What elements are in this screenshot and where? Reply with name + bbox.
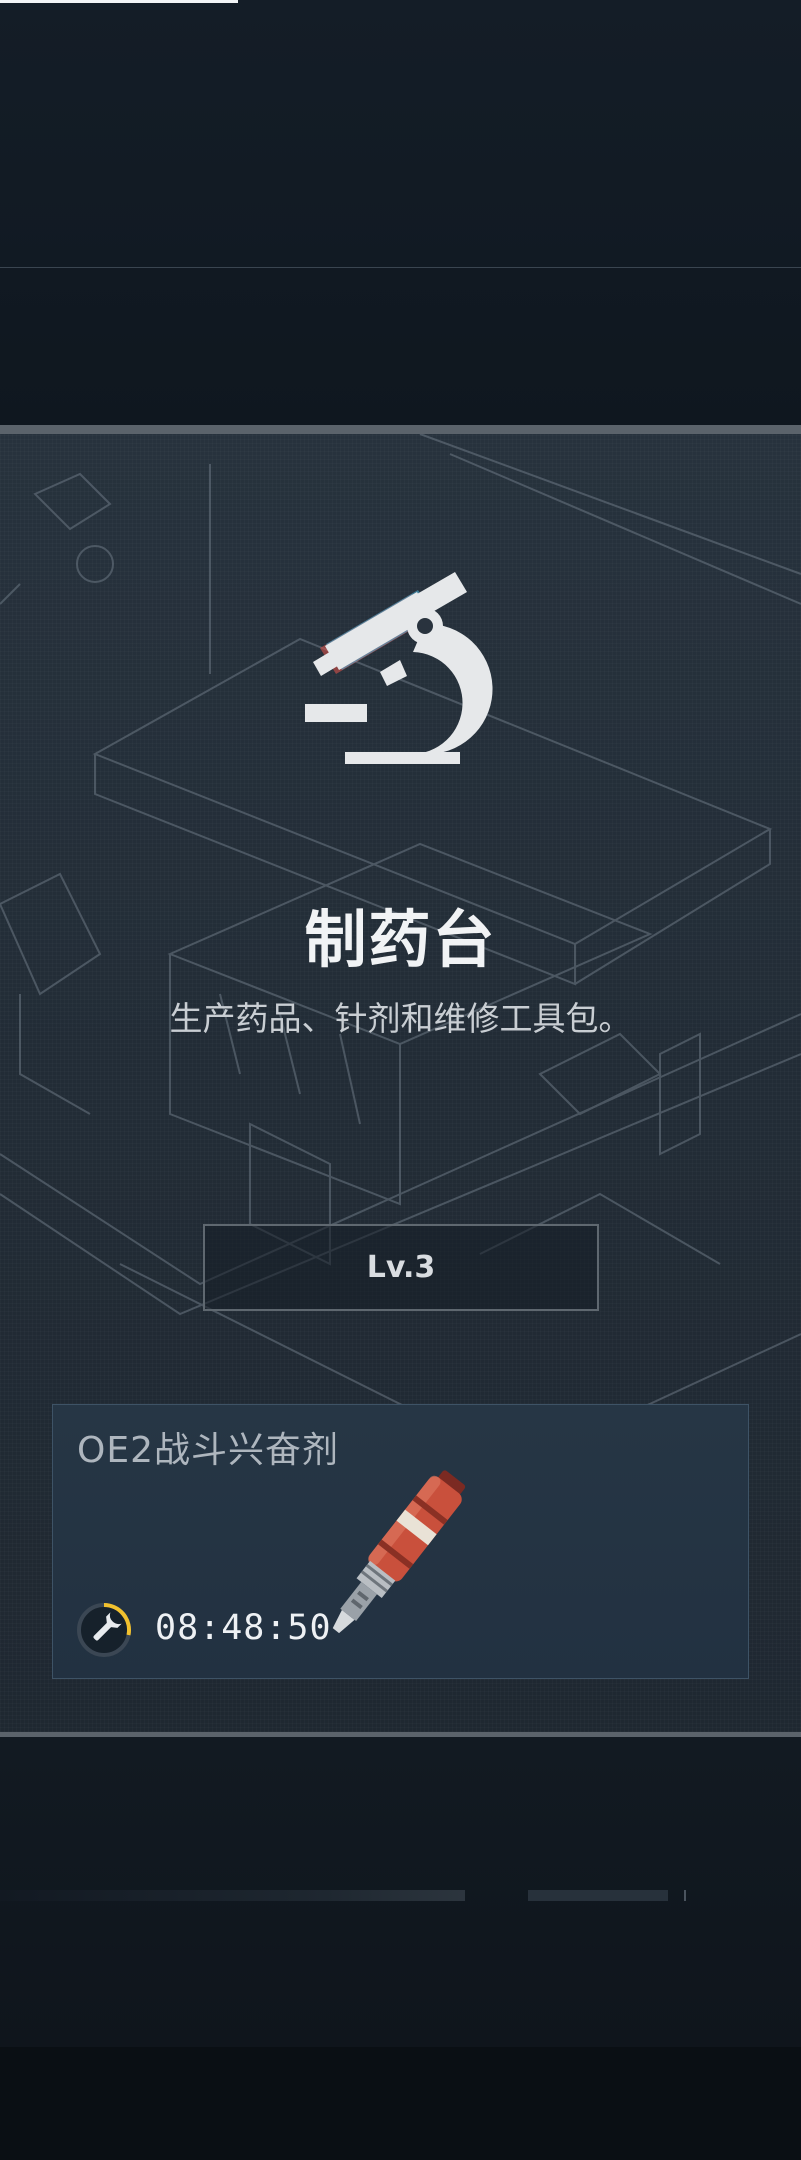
crafting-slot-card[interactable]: OE2战斗兴奋剂 08:48:50 [52, 1404, 749, 1679]
microscope-icon [305, 572, 493, 764]
craft-time-remaining: 08:48:50 [155, 1608, 332, 1648]
level-button[interactable]: Lv.3 [203, 1224, 599, 1311]
station-description: 生产药品、针剂和维修工具包。 [169, 999, 632, 1038]
upper-area [0, 268, 801, 425]
station-title: 制药台 [304, 903, 497, 976]
screen: 制药台 生产药品、针剂和维修工具包。 Lv.3 OE2战斗兴奋剂 08:48:5… [0, 0, 801, 2160]
top-progress-indicator [0, 0, 238, 3]
scroll-track [0, 1890, 465, 1901]
scroll-thumb[interactable] [528, 1890, 668, 1901]
crafting-station-panel[interactable]: 制药台 生产药品、针剂和维修工具包。 Lv.3 OE2战斗兴奋剂 08:48:5… [0, 425, 801, 1737]
level-label: Lv.3 [366, 1250, 436, 1285]
footer-region [0, 2047, 801, 2160]
stimulant-injector-icon [332, 1470, 466, 1634]
scroll-tick [684, 1890, 686, 1901]
wrench-icon [77, 1603, 131, 1657]
top-region [0, 0, 801, 267]
craft-item-name: OE2战斗兴奋剂 [77, 1430, 339, 1471]
